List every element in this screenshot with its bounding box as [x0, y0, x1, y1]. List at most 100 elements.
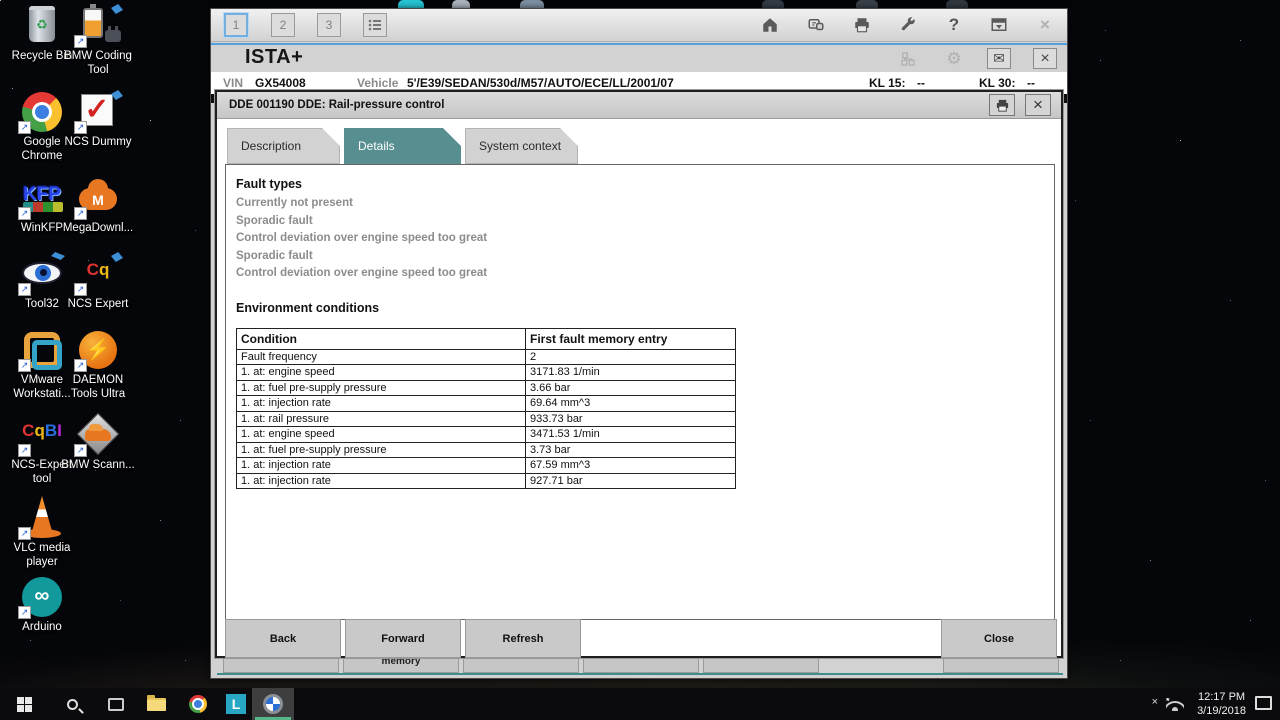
tab-system-context[interactable]: System context [465, 128, 578, 164]
shortcut-arrow-icon: ↗ [18, 359, 31, 372]
help-icon: ? [949, 15, 959, 35]
plug-icon [105, 30, 121, 42]
fault-type-item: Sporadic fault [236, 213, 1054, 231]
shortcut-arrow-icon: ↗ [18, 606, 31, 619]
desktop-icon-label: BMW Scann... [58, 459, 138, 473]
search-button[interactable] [52, 688, 92, 720]
nav-button-2[interactable]: 2 [271, 13, 295, 37]
task-view-icon [108, 698, 124, 711]
close-session-button[interactable]: × [1033, 48, 1057, 69]
desktop-icon-label: BMW Coding Tool [58, 50, 138, 77]
ista-taskbar-button-active[interactable] [252, 688, 294, 720]
tab-details[interactable]: Details [344, 128, 461, 164]
refresh-button[interactable]: Refresh [465, 619, 581, 658]
connection-manager-button[interactable] [804, 13, 828, 37]
desktop-icon-label: NCS Expert [58, 298, 138, 312]
service-functions-button[interactable] [896, 13, 920, 37]
desktop: { "glyphs": { "recycle": "♻", "shortcut_… [0, 0, 1280, 720]
table-row: 1. at: engine speed3171.83 1/min [237, 365, 736, 381]
table-row: 1. at: injection rate69.64 mm^3 [237, 396, 736, 412]
recycle-bin-icon: ♻ [29, 6, 55, 42]
desktop-icon-bmw-coding-tool[interactable]: ↗ BMW Coding Tool [58, 4, 138, 77]
close-button[interactable]: Close [941, 619, 1057, 658]
system-context-button-disabled [896, 48, 920, 69]
shortcut-arrow-icon: ↗ [18, 283, 31, 296]
operations-list-button[interactable] [363, 13, 387, 37]
fault-details-dialog: DDE 001190 DDE: Rail-pressure control × … [215, 90, 1063, 658]
dialog-content: Fault types Currently not present Sporad… [225, 164, 1055, 620]
desktop-icon-label: NCS Dummy [58, 136, 138, 150]
shortcut-arrow-icon: ↗ [18, 444, 31, 457]
dialog-titlebar: DDE 001190 DDE: Rail-pressure control × [217, 92, 1061, 119]
app-title: ISTA+ [245, 46, 303, 69]
table-row: 1. at: injection rate67.59 mm^3 [237, 458, 736, 474]
tab-description[interactable]: Description [227, 128, 340, 164]
desktop-icon-daemon-tools[interactable]: ⚡ ↗ DAEMON Tools Ultra [58, 328, 138, 401]
fault-types-heading: Fault types [236, 177, 1054, 191]
search-icon [67, 699, 78, 710]
dialog-close-button[interactable]: × [1025, 94, 1051, 116]
close-icon: × [1040, 15, 1050, 35]
table-header-row: Condition First fault memory entry [237, 328, 736, 349]
file-explorer-button[interactable] [136, 688, 176, 720]
nav-button-1[interactable]: 1 [224, 13, 248, 37]
chrome-taskbar-button[interactable] [178, 688, 218, 720]
l-app-icon: L [226, 694, 246, 714]
home-button[interactable] [758, 13, 782, 37]
shortcut-arrow-icon: ↗ [74, 35, 87, 48]
shortcut-arrow-icon: ↗ [74, 207, 87, 220]
desktop-icon-ncs-dummy[interactable]: ✓ ↗ NCS Dummy [58, 90, 138, 150]
desktop-icon-arduino[interactable]: ∞ ↗ Arduino [2, 575, 82, 635]
back-button[interactable]: Back [225, 619, 341, 658]
print-button[interactable] [850, 13, 874, 37]
environment-conditions-table: Condition First fault memory entry Fault… [236, 328, 736, 490]
device-connection-icon [807, 16, 825, 34]
forward-button[interactable]: Forward [345, 619, 461, 658]
help-button[interactable]: ? [942, 13, 966, 37]
car-icon [85, 429, 111, 441]
clock-time: 12:17 PM [1197, 690, 1246, 704]
clock-date: 3/19/2018 [1197, 704, 1246, 718]
table-row: 1. at: injection rate927.71 bar [237, 473, 736, 489]
settings-button-disabled: ⚙ [942, 48, 966, 69]
desktop-icon-label: Arduino [2, 621, 82, 635]
column-header-condition: Condition [237, 328, 526, 349]
table-row: 1. at: fuel pre-supply pressure3.73 bar [237, 442, 736, 458]
wifi-icon[interactable]: * [1166, 698, 1184, 711]
close-icon: × [1033, 95, 1043, 115]
nav-button-3[interactable]: 3 [317, 13, 341, 37]
dialog-print-button[interactable] [989, 94, 1015, 116]
shortcut-arrow-icon: ↗ [74, 283, 87, 296]
desktop-icon-label: VLC media player [2, 542, 82, 569]
desktop-icon-vlc[interactable]: ↗ VLC media player [2, 496, 82, 569]
fault-type-item: Sporadic fault [236, 248, 1054, 266]
taskbar-clock[interactable]: 12:17 PM 3/19/2018 [1197, 690, 1246, 718]
column-header-entry: First fault memory entry [526, 328, 736, 349]
fault-type-item: Currently not present [236, 195, 1054, 213]
table-row: Fault frequency2 [237, 349, 736, 365]
bmw-roundel-icon [263, 694, 283, 714]
notification-center-icon[interactable] [1255, 696, 1272, 710]
shortcut-arrow-icon: ↗ [18, 207, 31, 220]
tray-close-icon[interactable]: × [1152, 696, 1158, 708]
app-header: ISTA+ ⚙ ✉ × [211, 43, 1067, 70]
start-button[interactable] [4, 688, 44, 720]
windows-logo-icon [17, 697, 32, 712]
desktop-icon-ncs-expert[interactable]: Cq ↗ NCS Expert [58, 252, 138, 312]
desktop-icon-label: DAEMON Tools Ultra [58, 374, 138, 401]
gear-icon: ⚙ [946, 49, 961, 69]
desktop-icon-megadownloader[interactable]: M ↗ MegaDownl... [58, 176, 138, 236]
message-button[interactable]: ✉ [987, 48, 1011, 69]
arrow-decor-icon [111, 4, 123, 14]
printer-icon [853, 16, 871, 34]
l-app-taskbar-button[interactable]: L [216, 688, 256, 720]
task-view-button[interactable] [96, 688, 136, 720]
minimize-data-button[interactable] [987, 13, 1011, 37]
desktop-icon-bmw-scanner[interactable]: ↗ BMW Scann... [58, 413, 138, 473]
envelope-icon: ✉ [993, 50, 1005, 67]
battery-icon [83, 8, 103, 38]
desktop-icon-label: MegaDownl... [58, 222, 138, 236]
table-row: 1. at: rail pressure933.73 bar [237, 411, 736, 427]
fault-types-list: Currently not present Sporadic fault Con… [236, 195, 1054, 283]
shortcut-arrow-icon: ↗ [74, 359, 87, 372]
